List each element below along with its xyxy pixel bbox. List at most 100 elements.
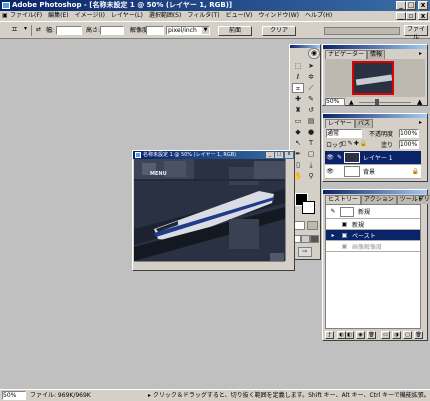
type-tool-icon[interactable]: T (305, 138, 317, 148)
document-icon[interactable] (135, 152, 141, 158)
maximize-button[interactable]: □ (406, 1, 416, 10)
resolution-input[interactable] (146, 26, 164, 35)
doc-minimize-button[interactable]: _ (396, 12, 406, 20)
tab-info[interactable]: 情報 (367, 50, 386, 59)
delete-layer-button[interactable]: 🗑 (414, 331, 423, 339)
slider-marker-icon[interactable]: ▸ (326, 232, 340, 239)
navigator-zoom-field[interactable]: 50% (325, 98, 345, 106)
zoom-in-icon[interactable]: ▲ (417, 98, 422, 106)
add-mask-button[interactable]: ◐ (337, 331, 346, 339)
horizontal-scrollbar[interactable] (134, 261, 285, 270)
shape-tool-icon[interactable]: ▢ (305, 149, 317, 159)
resolution-unit-select[interactable]: pixel/inch ▼ (166, 26, 210, 35)
menu-filter[interactable]: フィルタ(T) (184, 11, 222, 21)
crop-tool-icon-selected[interactable]: ⌗ (292, 83, 304, 93)
file-browser-tab[interactable]: ファイル (404, 25, 428, 41)
path-select-tool-icon[interactable]: ↖ (292, 138, 304, 148)
eye-icon[interactable]: 👁 (325, 154, 335, 161)
new-document-from-state-button[interactable]: ◧ (345, 331, 354, 339)
adobe-online-icon[interactable]: ◉ (308, 48, 320, 59)
tool-preset-chevron-icon[interactable]: ▾ (24, 25, 27, 32)
menu-select[interactable]: 選択範囲(S) (146, 11, 185, 21)
lock-icons[interactable]: ▢✎✚🔒 (341, 140, 368, 147)
tab-actions[interactable]: アクション (361, 195, 397, 204)
doc-restore-button[interactable]: ▫ (406, 12, 416, 20)
blend-mode-select[interactable]: 通常 (326, 129, 362, 138)
clear-button[interactable]: クリア (262, 26, 296, 36)
zoom-tool-icon[interactable]: ⚲ (305, 171, 317, 181)
minimize-button[interactable]: _ (396, 1, 406, 10)
slice-tool-icon[interactable]: ⟋ (305, 83, 317, 93)
close-button[interactable]: x (418, 1, 428, 10)
move-tool-icon[interactable]: ➤ (305, 61, 317, 71)
healing-brush-tool-icon[interactable]: ✚ (292, 94, 304, 104)
zoom-slider-handle[interactable] (375, 99, 379, 105)
background-color-swatch[interactable] (302, 201, 315, 214)
brush-tool-icon[interactable]: ✎ (305, 94, 317, 104)
menu-file[interactable]: ファイル(F) (7, 11, 45, 21)
tab-paths[interactable]: パス (354, 119, 373, 128)
eyedropper-tool-icon[interactable]: ⤓ (305, 160, 317, 170)
layer-row-selected[interactable]: 👁 ✎ レイヤー 1 (325, 151, 421, 165)
eraser-tool-icon[interactable]: ▭ (292, 116, 304, 126)
status-zoom-field[interactable]: 50% (2, 391, 26, 400)
new-set-button[interactable]: ▭ (381, 331, 390, 339)
panel-menu-icon[interactable]: ▸ (419, 119, 422, 126)
menu-help[interactable]: ヘルプ(H) (302, 11, 335, 21)
new-adjustment-button[interactable]: ◑ (392, 331, 401, 339)
new-layer-button[interactable]: ▢ (403, 331, 412, 339)
marquee-tool-icon[interactable]: ⬚ (292, 61, 304, 71)
eye-icon[interactable]: 👁 (325, 168, 335, 175)
standard-mode-icon[interactable] (294, 221, 305, 230)
menu-view[interactable]: ビュー(V) (223, 11, 256, 21)
vertical-scrollbar[interactable] (285, 159, 294, 261)
panel-menu-icon[interactable]: ▸ (419, 50, 422, 57)
jump-to-imageready-icon[interactable]: ⇨ (298, 247, 312, 257)
front-image-button[interactable]: 前面 (218, 26, 252, 36)
blur-tool-icon[interactable]: ◆ (292, 127, 304, 137)
doc-maximize-button[interactable]: □ (275, 152, 283, 158)
menu-layer[interactable]: レイヤー(L) (108, 11, 146, 21)
new-snapshot-button[interactable]: ◉ (356, 331, 365, 339)
snapshot-row[interactable]: ✎ 新規 (326, 205, 420, 219)
navigator-thumbnail[interactable] (352, 61, 394, 95)
quick-mask-icon[interactable] (307, 221, 318, 230)
menu-window[interactable]: ウィンドウ(W) (255, 11, 302, 21)
doc-close-button[interactable]: x (418, 12, 428, 20)
tab-navigator[interactable]: ナビゲーター (325, 50, 368, 59)
screen-mode-full-icon[interactable] (310, 235, 319, 243)
brush-link-icon[interactable]: ✎ (335, 154, 344, 161)
menu-edit[interactable]: 編集(E) (45, 11, 71, 21)
dodge-tool-icon[interactable]: ● (305, 127, 317, 137)
height-input[interactable] (100, 26, 124, 35)
doc-minimize-button[interactable]: _ (266, 152, 274, 158)
tab-layers[interactable]: レイヤー (325, 119, 355, 128)
tab-tool-presets[interactable]: ツールプリセット (396, 195, 430, 204)
history-brush-source-icon[interactable]: ✎ (326, 208, 340, 215)
panel-menu-icon[interactable]: ▸ (419, 195, 422, 202)
photoshop-icon[interactable] (2, 2, 10, 9)
history-row[interactable]: ▣ 新規 (326, 219, 420, 230)
lasso-tool-icon[interactable]: ℓ (292, 72, 304, 82)
add-layer-style-button[interactable]: ƒ (325, 331, 334, 339)
doc-close-button[interactable]: x (285, 152, 293, 158)
clone-stamp-tool-icon[interactable]: ♜ (292, 105, 304, 115)
swap-icon[interactable]: ⇄ (36, 26, 41, 33)
history-row-undone[interactable]: ▣ 画像解像度 (326, 241, 420, 252)
fill-input[interactable]: 100% (399, 140, 419, 149)
delete-state-button[interactable]: 🗑 (367, 331, 376, 339)
history-brush-tool-icon[interactable]: ↺ (305, 105, 317, 115)
tab-history[interactable]: ヒストリー (325, 195, 362, 204)
menu-image[interactable]: イメージ(I) (72, 11, 108, 21)
opacity-input[interactable]: 100% (399, 129, 419, 138)
history-row-selected[interactable]: ▸ ▣ ペースト (326, 230, 420, 241)
width-input[interactable] (56, 26, 82, 35)
crop-tool-icon[interactable]: ⌗ (12, 25, 17, 35)
zoom-slider-track[interactable] (359, 102, 411, 103)
document-canvas[interactable]: MENU (134, 159, 285, 261)
gradient-tool-icon[interactable]: ▤ (305, 116, 317, 126)
doc-menu-icon[interactable]: ▣ (0, 11, 8, 21)
screen-mode-full-menu-icon[interactable] (301, 235, 310, 243)
zoom-out-icon[interactable]: ▲ (349, 99, 354, 106)
layer-row[interactable]: 👁 背景 🔒 (325, 165, 421, 179)
